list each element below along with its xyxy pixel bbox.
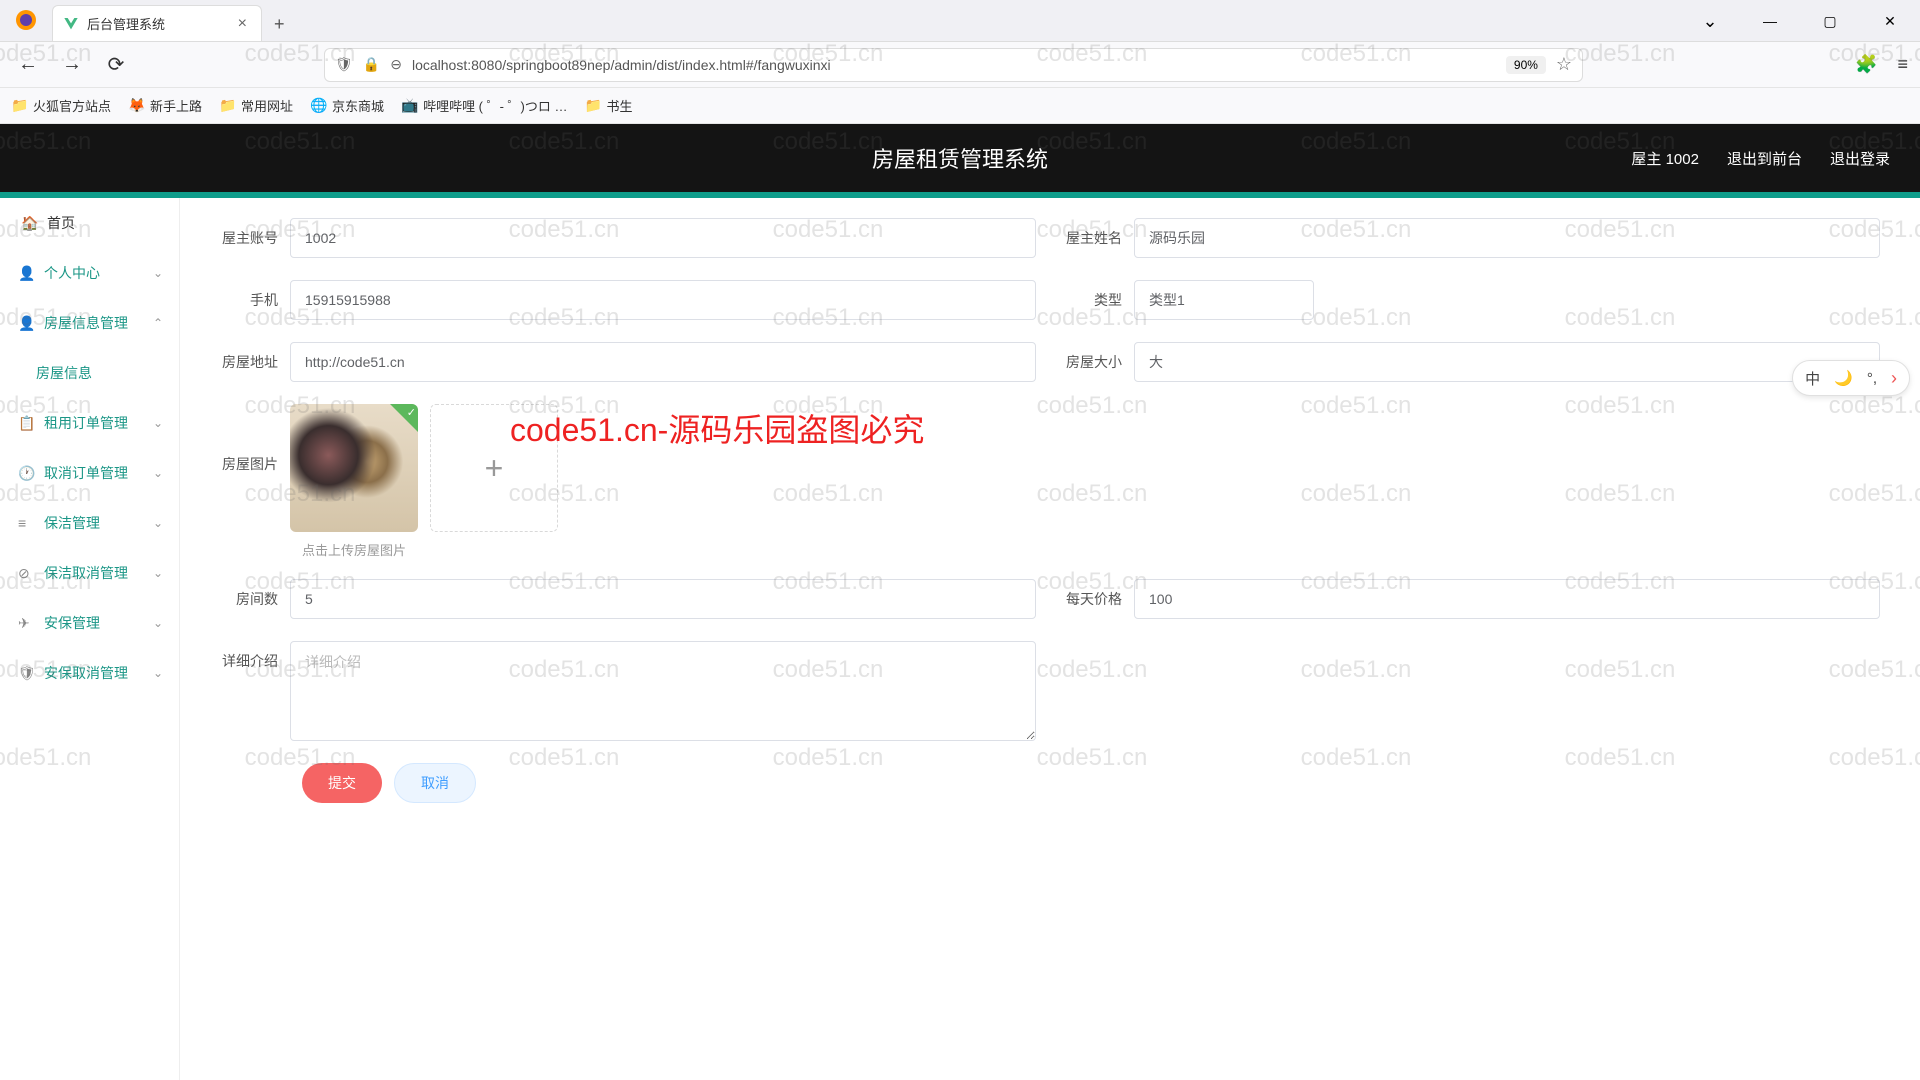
moon-icon[interactable]: 🌙 — [1834, 369, 1853, 387]
sidebar-security[interactable]: ✈安保管理⌄ — [0, 598, 179, 648]
user-icon: 👤 — [18, 265, 34, 282]
tabs-dropdown-icon[interactable]: ⌄ — [1680, 0, 1740, 42]
uploaded-image-thumb[interactable] — [290, 404, 418, 532]
bookmark-item[interactable]: 📁常用网址 — [220, 96, 293, 115]
upload-add-button[interactable]: + — [430, 404, 558, 532]
chevron-right-icon[interactable]: › — [1891, 368, 1897, 389]
url-bar[interactable]: 🛡 🔒 ⊖ localhost:8080/springboot89nep/adm… — [324, 48, 1583, 82]
window-controls: ⌄ — ▢ ✕ — [1680, 0, 1920, 42]
clock-icon: 🕐 — [18, 465, 34, 482]
image-label: 房屋图片 — [220, 404, 290, 474]
cancel-button[interactable]: 取消 — [394, 763, 476, 803]
bookmark-item[interactable]: 📺哔哩哔哩 ( ゜- ゜)つロ … — [402, 96, 567, 115]
owner-account-label: 屋主账号 — [220, 228, 290, 248]
ime-float-pill[interactable]: 中 🌙 °, › — [1792, 360, 1910, 396]
rooms-label: 房间数 — [220, 589, 290, 609]
chevron-down-icon: ⌄ — [153, 566, 163, 580]
bookmark-item[interactable]: 🦊新手上路 — [129, 96, 202, 115]
sidebar-cancel-order[interactable]: 🕐取消订单管理⌄ — [0, 448, 179, 498]
refresh-button[interactable]: ⟳ — [100, 49, 132, 81]
ime-punct-icon[interactable]: °, — [1867, 370, 1877, 387]
sidebar-personal[interactable]: 👤个人中心⌄ — [0, 248, 179, 298]
upload-success-icon — [390, 404, 418, 432]
send-icon: ✈ — [18, 615, 34, 632]
permission-icon[interactable]: ⊖ — [390, 56, 402, 73]
sidebar-cleaning-cancel[interactable]: ⊘保洁取消管理⌄ — [0, 548, 179, 598]
sidebar-security-cancel[interactable]: 🛡安保取消管理⌄ — [0, 648, 179, 698]
tab-close-icon[interactable]: × — [234, 15, 251, 33]
cancel-icon: ⊘ — [18, 565, 34, 582]
price-input[interactable] — [1134, 579, 1880, 619]
chevron-up-icon: ⌃ — [153, 316, 163, 330]
browser-tab[interactable]: 后台管理系统 × — [52, 5, 262, 41]
home-icon: 🏠 — [21, 215, 37, 232]
phone-input[interactable] — [290, 280, 1036, 320]
sidebar-house-info[interactable]: 👤房屋信息管理⌃ — [0, 298, 179, 348]
chevron-down-icon: ⌄ — [153, 516, 163, 530]
bookmarks-bar: 📁火狐官方站点 🦊新手上路 📁常用网址 🌐京东商城 📺哔哩哔哩 ( ゜- ゜)つ… — [0, 88, 1920, 124]
logout-link[interactable]: 退出登录 — [1830, 148, 1890, 169]
clipboard-icon: 📋 — [18, 415, 34, 432]
vue-favicon-icon — [63, 16, 79, 32]
chevron-down-icon: ⌄ — [153, 266, 163, 280]
phone-label: 手机 — [220, 290, 290, 310]
type-select[interactable] — [1134, 280, 1314, 320]
new-tab-button[interactable]: + — [262, 14, 297, 35]
size-label: 房屋大小 — [1064, 352, 1134, 372]
maximize-button[interactable]: ▢ — [1800, 0, 1860, 42]
sidebar-rent-order[interactable]: 📋租用订单管理⌄ — [0, 398, 179, 448]
price-label: 每天价格 — [1064, 589, 1134, 609]
tab-title: 后台管理系统 — [87, 14, 226, 33]
lock-icon[interactable]: 🔒 — [363, 56, 380, 73]
extensions-icon[interactable]: 🧩 — [1855, 54, 1877, 75]
detail-textarea[interactable] — [290, 641, 1036, 741]
app-header: 房屋租赁管理系统 屋主 1002 退出到前台 退出登录 — [0, 124, 1920, 192]
chevron-down-icon: ⌄ — [153, 466, 163, 480]
ime-lang[interactable]: 中 — [1805, 368, 1820, 389]
rooms-input[interactable] — [290, 579, 1036, 619]
chevron-down-icon: ⌄ — [153, 616, 163, 630]
shield-icon[interactable]: 🛡 — [335, 56, 353, 73]
owner-account-input[interactable] — [290, 218, 1036, 258]
close-button[interactable]: ✕ — [1860, 0, 1920, 42]
bookmark-item[interactable]: 📁火狐官方站点 — [12, 96, 111, 115]
sidebar: 🏠首页 👤个人中心⌄ 👤房屋信息管理⌃ 房屋信息 📋租用订单管理⌄ 🕐取消订单管… — [0, 198, 180, 1080]
chevron-down-icon: ⌄ — [153, 416, 163, 430]
app-title: 房屋租赁管理系统 — [872, 142, 1048, 174]
owner-name-label: 屋主姓名 — [1064, 228, 1134, 248]
owner-name-input[interactable] — [1134, 218, 1880, 258]
bookmark-item[interactable]: 🌐京东商城 — [311, 96, 384, 115]
sidebar-cleaning[interactable]: ≡保洁管理⌄ — [0, 498, 179, 548]
back-button[interactable]: ← — [12, 49, 44, 81]
forward-button[interactable]: → — [56, 49, 88, 81]
firefox-icon — [10, 4, 42, 36]
address-input[interactable] — [290, 342, 1036, 382]
sidebar-home[interactable]: 🏠首页 — [0, 198, 179, 248]
user-icon: 👤 — [18, 315, 34, 332]
form-content: 屋主账号 屋主姓名 手机 类型 房屋地址 房屋大小 房屋图片 + 点击上传房屋图… — [180, 198, 1920, 1080]
list-icon: ≡ — [18, 515, 34, 531]
size-input[interactable] — [1134, 342, 1880, 382]
exit-front-link[interactable]: 退出到前台 — [1727, 148, 1802, 169]
detail-label: 详细介绍 — [220, 641, 290, 671]
type-label: 类型 — [1064, 290, 1134, 310]
chevron-down-icon: ⌄ — [153, 666, 163, 680]
submit-button[interactable]: 提交 — [302, 763, 382, 803]
bookmark-item[interactable]: 📁书生 — [586, 96, 633, 115]
zoom-badge[interactable]: 90% — [1506, 56, 1546, 74]
minimize-button[interactable]: — — [1740, 0, 1800, 42]
url-bar-row: ← → ⟳ 🛡 🔒 ⊖ localhost:8080/springboot89n… — [0, 42, 1920, 88]
browser-tab-bar: 后台管理系统 × + ⌄ — ▢ ✕ — [0, 0, 1920, 42]
sidebar-house-info-sub[interactable]: 房屋信息 — [0, 348, 179, 398]
bookmark-star-icon[interactable]: ☆ — [1556, 54, 1572, 75]
shield-icon: 🛡 — [18, 665, 34, 682]
url-text: localhost:8080/springboot89nep/admin/dis… — [412, 57, 1496, 73]
menu-icon[interactable]: ≡ — [1897, 54, 1908, 75]
user-label[interactable]: 屋主 1002 — [1631, 148, 1699, 169]
address-label: 房屋地址 — [220, 352, 290, 372]
upload-hint: 点击上传房屋图片 — [302, 540, 1880, 559]
